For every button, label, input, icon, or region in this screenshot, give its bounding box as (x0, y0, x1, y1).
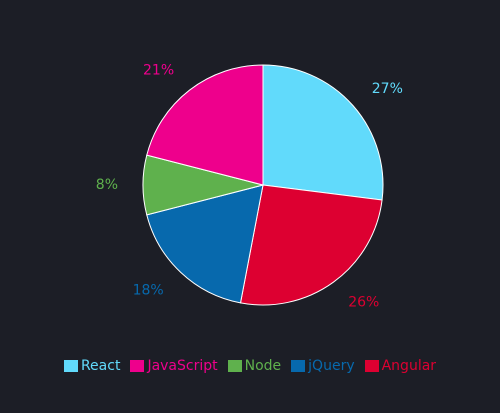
pie-chart: 27% 26% 18% 8% 21% (96, 62, 403, 310)
legend-label: JavaScript (147, 358, 218, 374)
data-label-angular: 26% (348, 294, 379, 310)
chart-area: 27% 26% 18% 8% 21% React JavaScript Node jQuery… (0, 0, 500, 413)
legend-item-react[interactable]: React (63, 358, 121, 374)
legend-swatch (364, 360, 379, 372)
legend: React JavaScript Node jQuery Angular (0, 358, 500, 374)
legend-label: Node (244, 358, 282, 374)
data-label-jquery: 18% (133, 283, 164, 299)
pie-slice-react[interactable] (262, 64, 384, 201)
pie-slice-angular[interactable] (239, 184, 383, 306)
legend-swatch (130, 360, 145, 372)
legend-item-angular[interactable]: Angular (364, 358, 437, 374)
legend-item-jquery[interactable]: jQuery (291, 358, 355, 374)
data-label-javascript: 21% (143, 62, 174, 78)
legend-item-node[interactable]: Node (227, 358, 282, 374)
legend-swatch (227, 360, 242, 372)
legend-item-javascript[interactable]: JavaScript (130, 358, 218, 374)
data-label-react: 27% (372, 81, 403, 97)
legend-label: Angular (381, 358, 437, 374)
data-label-node: 8% (96, 177, 118, 193)
legend-label: React (80, 358, 121, 374)
legend-label: jQuery (308, 358, 355, 374)
legend-swatch (291, 360, 306, 372)
legend-swatch (63, 360, 78, 372)
